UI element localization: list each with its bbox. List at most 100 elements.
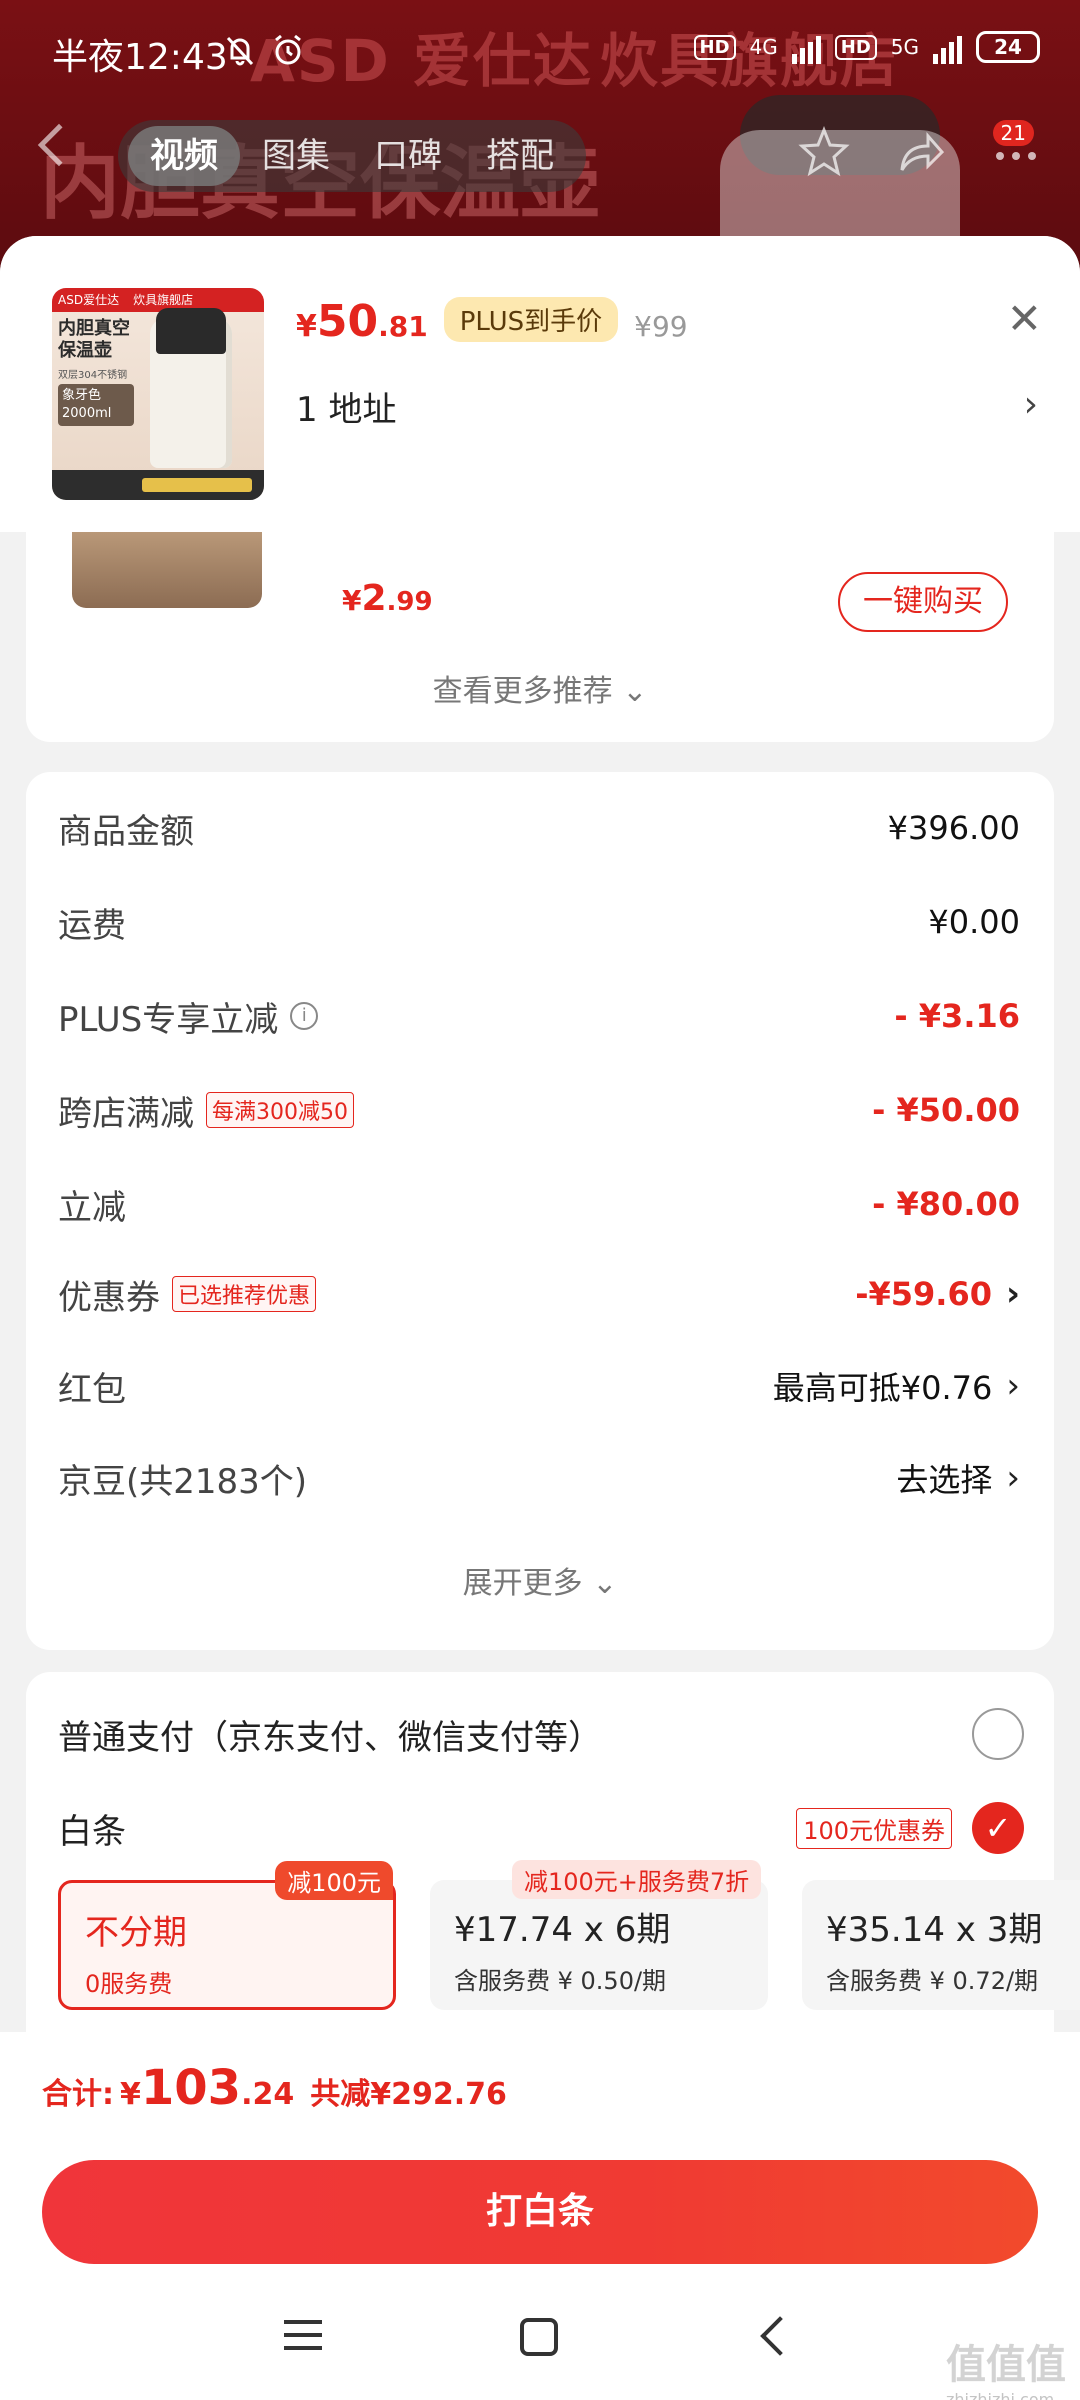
nav-back-icon[interactable] (760, 2316, 800, 2356)
tab-video[interactable]: 视频 (128, 126, 240, 186)
summary-row-plus: PLUS专享立减 i - ¥3.16 (58, 986, 1020, 1046)
row-value-wrap: 最高可抵¥0.76 › (773, 1363, 1020, 1409)
watermark-url: zhizhizhi.com (946, 2390, 1055, 2400)
chevron-right-icon: › (1005, 1274, 1020, 1314)
checkout-bottom-bar: 合计: ¥103.24 共减¥292.76 打白条 值值值 zhizhizhi.c… (0, 2032, 1080, 2400)
tab-gallery[interactable]: 图集 (240, 126, 352, 186)
status-bar: 半夜12:43 HD 4G HD 5G 24 (0, 0, 1080, 100)
back-icon[interactable] (37, 123, 81, 167)
radio-unchecked-icon[interactable] (972, 1708, 1024, 1760)
row-label: 京豆(共2183个) (58, 1461, 308, 1502)
signal-icon (933, 30, 962, 64)
plan-main: ¥17.74 x 6期 (454, 1910, 671, 1950)
plan-3-installments[interactable]: ¥35.14 x 3期 含服务费 ¥ 0.72/期 (802, 1880, 1080, 2010)
plan-tag: 减100元 (275, 1861, 393, 1900)
thumb-color-label: 象牙色 2000ml (58, 384, 134, 426)
payment-normal-option[interactable]: 普通支付（京东支付、微信支付等） (58, 1704, 1024, 1764)
address-selector[interactable]: 1 地址 (296, 382, 396, 431)
thumb-subtitle: 双层304不锈钢 (58, 370, 128, 381)
thumb-title: 内胆真空保温壶 (58, 318, 130, 361)
row-value: -¥59.60 (855, 1275, 992, 1313)
top-actions: 21 (798, 120, 1050, 178)
installment-plans: 减100元 不分期 0服务费 减100元+服务费7折 ¥17.74 x 6期 含… (58, 1860, 1080, 2020)
recommend-product-image[interactable] (72, 532, 262, 608)
row-value: ¥0.00 (928, 903, 1020, 941)
alarm-icon (275, 34, 301, 65)
chevron-right-icon: › (1006, 1366, 1020, 1406)
plus-price-tag: PLUS到手价 (443, 297, 619, 342)
more-recommend-link[interactable]: 查看更多推荐 ⌄ (26, 666, 1054, 710)
total-amount: ¥103.24 (120, 2060, 295, 2116)
summary-row-coupon[interactable]: 优惠券 已选推荐优惠 -¥59.60 › (58, 1264, 1020, 1324)
row-value: - ¥50.00 (872, 1091, 1020, 1129)
payment-baitiao-option[interactable]: 白条 100元优惠券 ✓ (58, 1798, 1024, 1858)
row-value: ¥396.00 (887, 809, 1020, 847)
kettle-lid (156, 308, 226, 354)
network-4g-label: 4G (749, 35, 778, 59)
status-time: 半夜12:43 (52, 37, 228, 78)
row-label: 优惠券 (58, 1277, 160, 1318)
star-icon[interactable] (798, 126, 850, 178)
payment-baitiao-label: 白条 (58, 1811, 126, 1852)
status-right-icons: HD 4G HD 5G 24 (693, 30, 1040, 64)
tab-reviews[interactable]: 口碑 (352, 126, 464, 186)
plan-sub: 0服务费 (85, 1970, 173, 1998)
plan-tag: 减100元+服务费7折 (512, 1860, 762, 1899)
expand-more-link[interactable]: 展开更多 ⌄ (26, 1558, 1054, 1602)
row-value: 最高可抵¥0.76 (772, 1369, 993, 1407)
row-label: 跨店满减 (58, 1093, 194, 1134)
media-tabs: 视频 图集 口碑 搭配 (118, 120, 586, 192)
close-icon[interactable]: ✕ (1007, 294, 1042, 343)
total-saved: 共减¥292.76 (310, 2077, 507, 2112)
hd-icon: HD (693, 34, 736, 60)
battery-icon: 24 (976, 31, 1040, 63)
watermark-text: 值值值 (946, 2342, 1066, 2388)
row-label-wrap: 跨店满减 每满300减50 (58, 1086, 354, 1135)
row-label: 红包 (58, 1369, 126, 1410)
price-summary-card: 商品金额 ¥396.00 运费 ¥0.00 PLUS专享立减 i - ¥3.16 … (26, 772, 1054, 1650)
row-label: 立减 (58, 1187, 126, 1228)
thumb-bottom-strip (52, 470, 264, 500)
row-label: 商品金额 (58, 811, 194, 852)
tab-match[interactable]: 搭配 (464, 126, 576, 186)
one-click-buy-button[interactable]: 一键购买 (838, 572, 1008, 632)
system-nav-bar: 值值值 zhizhizhi.com (0, 2292, 1080, 2400)
thumb-top-banner: ASD爱仕达 炊具旗舰店 (52, 288, 264, 312)
menu-icon[interactable] (284, 2320, 322, 2359)
row-label: PLUS专享立减 (58, 999, 279, 1040)
info-icon[interactable]: i (290, 1002, 319, 1030)
total-price: 合计: ¥103.24 共减¥292.76 (42, 2060, 507, 2116)
coupon-tag: 已选推荐优惠 (172, 1276, 317, 1312)
check-icon[interactable]: ✓ (972, 1802, 1024, 1854)
pay-baitiao-button[interactable]: 打白条 (42, 2160, 1038, 2264)
original-price: ¥99 (634, 310, 688, 343)
plan-sub: 含服务费 ¥ 0.50/期 (454, 1967, 667, 1995)
thumb-brand: ASD爱仕达 (58, 293, 120, 307)
chevron-right-icon[interactable]: › (1024, 384, 1038, 425)
plan-main: 不分期 (85, 1913, 187, 1953)
row-value: 去选择 (896, 1461, 993, 1499)
plan-no-installment[interactable]: 减100元 不分期 0服务费 (58, 1861, 396, 2010)
summary-row-jingdou[interactable]: 京豆(共2183个) 去选择 › (58, 1448, 1020, 1508)
row-label: 运费 (58, 905, 126, 946)
summary-row-redpacket[interactable]: 红包 最高可抵¥0.76 › (58, 1356, 1020, 1416)
price-row: ¥50.81 PLUS到手价 ¥99 (296, 296, 688, 348)
more-menu[interactable]: 21 (990, 120, 1050, 178)
baitiao-coupon-tag: 100元优惠券 (796, 1807, 952, 1849)
summary-row-shipping: 运费 ¥0.00 (58, 892, 1020, 952)
plan-6-installments[interactable]: 减100元+服务费7折 ¥17.74 x 6期 含服务费 ¥ 0.50/期 (430, 1860, 768, 2010)
product-thumbnail: ASD爱仕达 炊具旗舰店 内胆真空保温壶 双层304不锈钢 象牙色 2000ml (52, 288, 264, 500)
product-top-nav: 视频 图集 口碑 搭配 21 (0, 110, 1080, 200)
total-label: 合计: (42, 2077, 114, 2112)
row-value-wrap: 去选择 › (896, 1455, 1020, 1501)
baitiao-right: 100元优惠券 ✓ (796, 1802, 1024, 1854)
plan-sub: 含服务费 ¥ 0.72/期 (826, 1967, 1039, 1995)
signal-icon (791, 30, 821, 64)
product-price: ¥50.81 (296, 296, 428, 347)
home-icon[interactable] (520, 2318, 558, 2356)
status-left-icons (222, 32, 306, 68)
share-icon[interactable] (894, 126, 946, 178)
summary-row-cross-store: 跨店满减 每满300减50 - ¥50.00 (58, 1080, 1020, 1140)
row-label-wrap: 优惠券 已选推荐优惠 (58, 1270, 317, 1319)
hd-icon: HD (834, 34, 877, 60)
